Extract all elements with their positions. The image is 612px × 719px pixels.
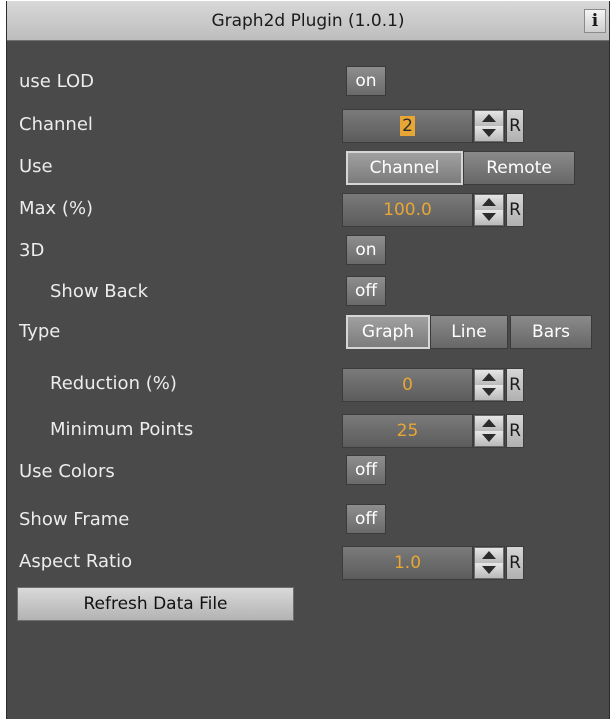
use-colors-label: Use Colors <box>19 461 115 482</box>
arrow-down-icon[interactable] <box>475 563 503 578</box>
type-bars-button[interactable]: Bars <box>510 315 592 349</box>
type-graph-button[interactable]: Graph <box>346 315 430 349</box>
type-line-button[interactable]: Line <box>430 315 508 349</box>
show-frame-label: Show Frame <box>19 509 130 530</box>
show-back-toggle[interactable]: off <box>346 276 386 306</box>
max-stepper[interactable] <box>473 193 505 227</box>
show-back-label: Show Back <box>50 281 148 302</box>
use-lod-label: use LOD <box>19 71 94 92</box>
arrow-down-icon[interactable] <box>475 431 503 446</box>
use-remote-button[interactable]: Remote <box>463 151 575 185</box>
aspect-ratio-input[interactable]: 1.0 <box>342 546 473 580</box>
plugin-title: Graph2d Plugin (1.0.1) <box>211 11 405 31</box>
info-icon[interactable]: i <box>584 9 606 33</box>
use-colors-toggle[interactable]: off <box>346 455 386 485</box>
reduction-stepper[interactable] <box>473 368 505 402</box>
arrow-down-icon[interactable] <box>475 126 503 141</box>
arrow-up-icon[interactable] <box>475 195 503 210</box>
3d-label: 3D <box>19 240 45 261</box>
max-label: Max (%) <box>19 198 94 219</box>
reduction-label: Reduction (%) <box>50 373 177 394</box>
arrow-down-icon[interactable] <box>475 385 503 400</box>
use-label: Use <box>19 156 53 177</box>
min-points-input[interactable]: 25 <box>342 414 473 448</box>
arrow-up-icon[interactable] <box>475 548 503 563</box>
reduction-input[interactable]: 0 <box>342 368 473 402</box>
refresh-data-file-button[interactable]: Refresh Data File <box>17 587 294 621</box>
arrow-up-icon[interactable] <box>475 416 503 431</box>
max-input[interactable]: 100.0 <box>342 193 473 227</box>
show-frame-toggle[interactable]: off <box>346 504 386 534</box>
channel-stepper[interactable] <box>473 109 505 143</box>
reduction-reset-button[interactable]: R <box>506 368 524 402</box>
min-points-stepper[interactable] <box>473 414 505 448</box>
channel-label: Channel <box>19 114 93 135</box>
arrow-down-icon[interactable] <box>475 210 503 225</box>
aspect-ratio-stepper[interactable] <box>473 546 505 580</box>
channel-input[interactable]: 2 <box>342 109 473 143</box>
aspect-ratio-reset-button[interactable]: R <box>506 546 524 580</box>
use-channel-button[interactable]: Channel <box>346 151 463 185</box>
arrow-up-icon[interactable] <box>475 370 503 385</box>
min-points-label: Minimum Points <box>50 419 194 440</box>
title-bar: Graph2d Plugin (1.0.1) i <box>7 1 609 41</box>
type-label: Type <box>19 321 61 342</box>
channel-reset-button[interactable]: R <box>506 109 524 143</box>
channel-value: 2 <box>400 116 415 136</box>
min-points-reset-button[interactable]: R <box>506 414 524 448</box>
use-lod-toggle[interactable]: on <box>346 66 386 96</box>
arrow-up-icon[interactable] <box>475 111 503 126</box>
3d-toggle[interactable]: on <box>346 235 386 265</box>
max-reset-button[interactable]: R <box>506 193 524 227</box>
aspect-ratio-label: Aspect Ratio <box>19 551 133 572</box>
